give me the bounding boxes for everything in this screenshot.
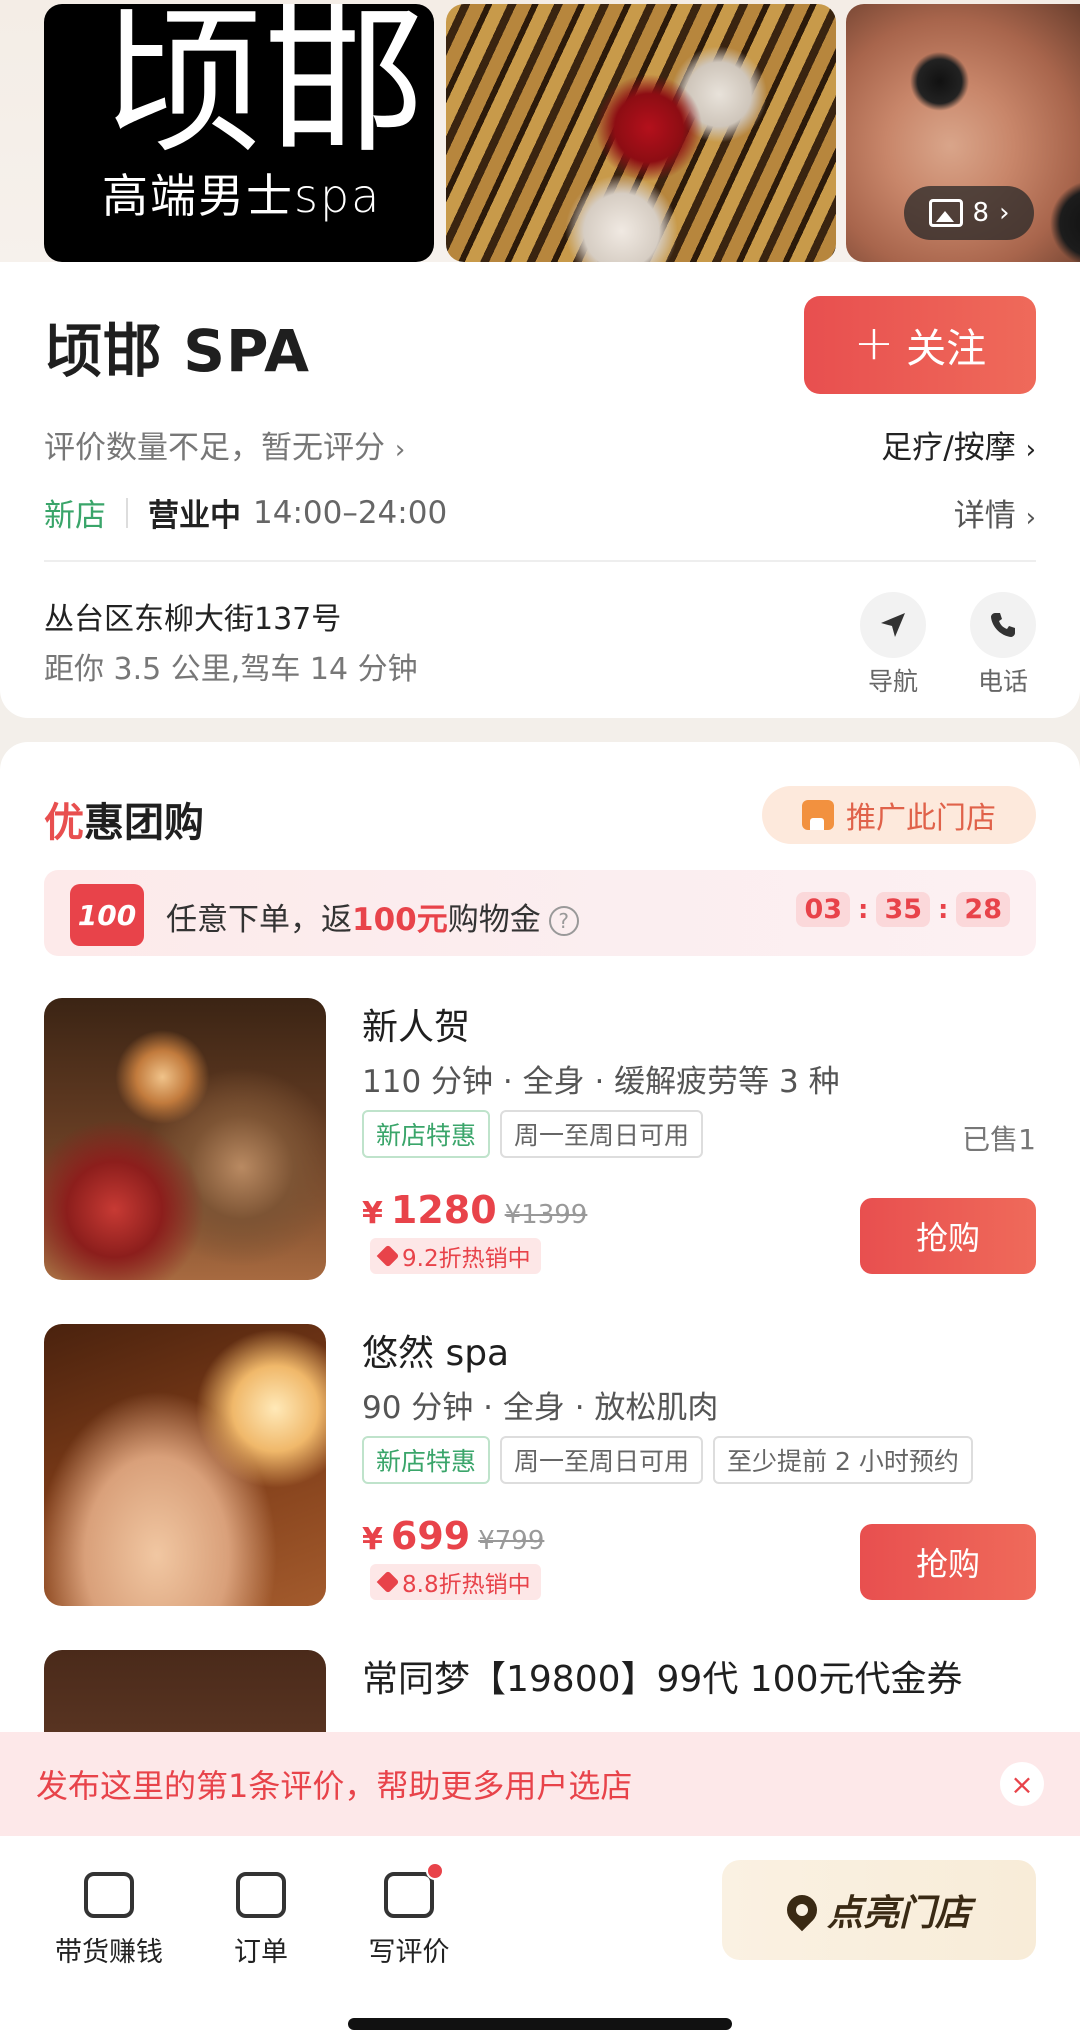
shop-info-card: 顷邯 SPA + 关注 评价数量不足，暂无评分 › 足疗/按摩 › 新店 营业中… xyxy=(0,262,1080,718)
discount-badge: 9.2折热销中 xyxy=(370,1238,541,1274)
details-label: 详情 xyxy=(953,498,1016,534)
shop-photo-2[interactable] xyxy=(446,4,836,262)
separator xyxy=(126,497,128,528)
light-up-store-button[interactable]: 点亮门店 xyxy=(722,1860,1036,1960)
phone-button[interactable]: 电话 xyxy=(968,592,1038,698)
deal-tags: 新店特惠 周一至周日可用 xyxy=(362,1110,704,1158)
price-tag-icon xyxy=(376,1570,400,1594)
chevron-right-icon: › xyxy=(999,198,1010,228)
open-status: 营业中 xyxy=(148,498,241,534)
image-icon xyxy=(928,199,963,227)
original-price: ¥1399 xyxy=(504,1200,588,1230)
notification-dot xyxy=(426,1862,444,1880)
section-title: 优惠团购 xyxy=(44,800,204,846)
review-prompt-banner[interactable]: 发布这里的第1条评价，帮助更多用户选店 × xyxy=(0,1732,1080,1836)
buy-button[interactable]: 抢购 xyxy=(860,1198,1036,1274)
photo-count-badge[interactable]: 8 › xyxy=(904,186,1034,240)
countdown-seconds: 28 xyxy=(956,892,1010,927)
countdown-minutes: 35 xyxy=(876,892,931,927)
light-up-label: 点亮门店 xyxy=(826,1893,971,1934)
buy-button[interactable]: 抢购 xyxy=(860,1524,1036,1600)
category-link[interactable]: 足疗/按摩 › xyxy=(881,422,1036,467)
countdown-timer: 03 : 35 : 28 xyxy=(796,892,1010,927)
cashback-badge: 100 xyxy=(70,884,144,946)
review-prompt-text: 发布这里的第1条评价，帮助更多用户选店 xyxy=(36,1767,633,1805)
promote-label: 推广此门店 xyxy=(846,801,996,836)
deal-name: 新人贺 xyxy=(362,1007,471,1048)
deal-tag: 周一至周日可用 xyxy=(500,1110,704,1158)
divider xyxy=(44,560,1036,562)
deal-tag: 新店特惠 xyxy=(362,1110,491,1158)
deal-item[interactable]: 悠然 spa 90 分钟 · 全身 · 放松肌肉 新店特惠 周一至周日可用 至少… xyxy=(44,1324,1036,1614)
deal-tag: 周一至周日可用 xyxy=(500,1436,704,1484)
discount-badge: 8.8折热销中 xyxy=(370,1564,541,1600)
help-icon[interactable]: ? xyxy=(548,906,579,936)
logo-main-text: 顷邯 xyxy=(102,4,427,175)
plus-icon: + xyxy=(853,315,895,371)
close-icon[interactable]: × xyxy=(1000,1762,1044,1806)
chevron-right-icon: › xyxy=(1025,435,1036,465)
rating-note-text: 评价数量不足，暂无评分 xyxy=(44,430,385,466)
tab-earn[interactable]: 带货赚钱 xyxy=(44,1872,174,1969)
follow-label: 关注 xyxy=(906,326,987,372)
status-row: 新店 营业中 14:00–24:00 xyxy=(44,490,447,535)
business-hours: 14:00–24:00 xyxy=(253,494,448,531)
new-shop-tag: 新店 xyxy=(44,498,106,534)
review-icon xyxy=(384,1862,444,1918)
order-icon xyxy=(236,1872,286,1918)
countdown-hours: 03 xyxy=(796,892,851,927)
home-indicator[interactable] xyxy=(348,2018,732,2030)
deal-price: ¥699 ¥799 xyxy=(362,1514,545,1558)
current-price: 699 xyxy=(390,1514,471,1558)
navigate-button[interactable]: 导航 xyxy=(858,592,928,698)
deal-name: 常同梦【19800】99代 100元代金券 xyxy=(362,1659,963,1700)
promote-store-button[interactable]: 推广此门店 xyxy=(762,786,1036,844)
deal-price: ¥1280 ¥1399 xyxy=(362,1188,588,1232)
photo-gallery[interactable]: 顷邯 高端男士spa 8 › xyxy=(0,0,1080,270)
logo-sub-text: 高端男士spa xyxy=(102,169,382,223)
cashback-text: 任意下单，返100元购物金? xyxy=(166,894,579,939)
shop-logo-photo[interactable]: 顷邯 高端男士spa xyxy=(44,4,434,262)
bottom-action-bar: 带货赚钱 订单 写评价 点亮门店 xyxy=(0,1836,1080,2034)
chevron-right-icon: › xyxy=(394,435,406,465)
phone-icon xyxy=(970,592,1036,658)
deal-name: 悠然 spa xyxy=(362,1333,510,1374)
navigate-label: 导航 xyxy=(867,667,918,696)
follow-button[interactable]: + 关注 xyxy=(804,296,1036,394)
rating-note-link[interactable]: 评价数量不足，暂无评分 › xyxy=(44,422,405,467)
deal-description: 110 分钟 · 全身 · 缓解疲劳等 3 种 xyxy=(362,1064,840,1100)
shop-name: 顷邯 SPA xyxy=(44,317,311,385)
tab-earn-label: 带货赚钱 xyxy=(55,1937,163,1968)
store-icon xyxy=(802,800,834,830)
storefront-icon xyxy=(84,1872,134,1918)
category-text: 足疗/按摩 xyxy=(881,430,1016,466)
current-price: 1280 xyxy=(390,1188,497,1232)
navigation-arrow-icon xyxy=(860,592,926,658)
shop-address[interactable]: 丛台区东柳大街137号 xyxy=(44,594,341,638)
phone-label: 电话 xyxy=(977,667,1028,696)
photo-count: 8 xyxy=(972,198,990,228)
location-pin-icon xyxy=(780,1888,824,1932)
deal-tag: 至少提前 2 小时预约 xyxy=(713,1436,973,1484)
tab-review-label: 写评价 xyxy=(368,1937,450,1968)
tab-orders-label: 订单 xyxy=(234,1937,288,1968)
details-link[interactable]: 详情 › xyxy=(954,490,1036,535)
deal-description: 90 分钟 · 全身 · 放松肌肉 xyxy=(362,1390,719,1426)
deal-thumbnail[interactable] xyxy=(44,1324,326,1606)
tab-write-review[interactable]: 写评价 xyxy=(344,1862,474,1969)
deal-thumbnail[interactable] xyxy=(44,998,326,1280)
deal-tags: 新店特惠 周一至周日可用 至少提前 2 小时预约 xyxy=(362,1436,973,1484)
chevron-right-icon: › xyxy=(1025,503,1036,533)
cashback-banner[interactable]: 100 任意下单，返100元购物金? 03 : 35 : 28 xyxy=(44,870,1036,956)
tab-orders[interactable]: 订单 xyxy=(196,1872,326,1969)
price-tag-icon xyxy=(376,1244,400,1268)
deal-item[interactable]: 新人贺 110 分钟 · 全身 · 缓解疲劳等 3 种 新店特惠 周一至周日可用… xyxy=(44,998,1036,1288)
sold-count: 已售1 xyxy=(962,1123,1036,1156)
deal-tag: 新店特惠 xyxy=(362,1436,491,1484)
shop-distance: 距你 3.5 公里,驾车 14 分钟 xyxy=(44,652,418,687)
original-price: ¥799 xyxy=(478,1526,545,1556)
